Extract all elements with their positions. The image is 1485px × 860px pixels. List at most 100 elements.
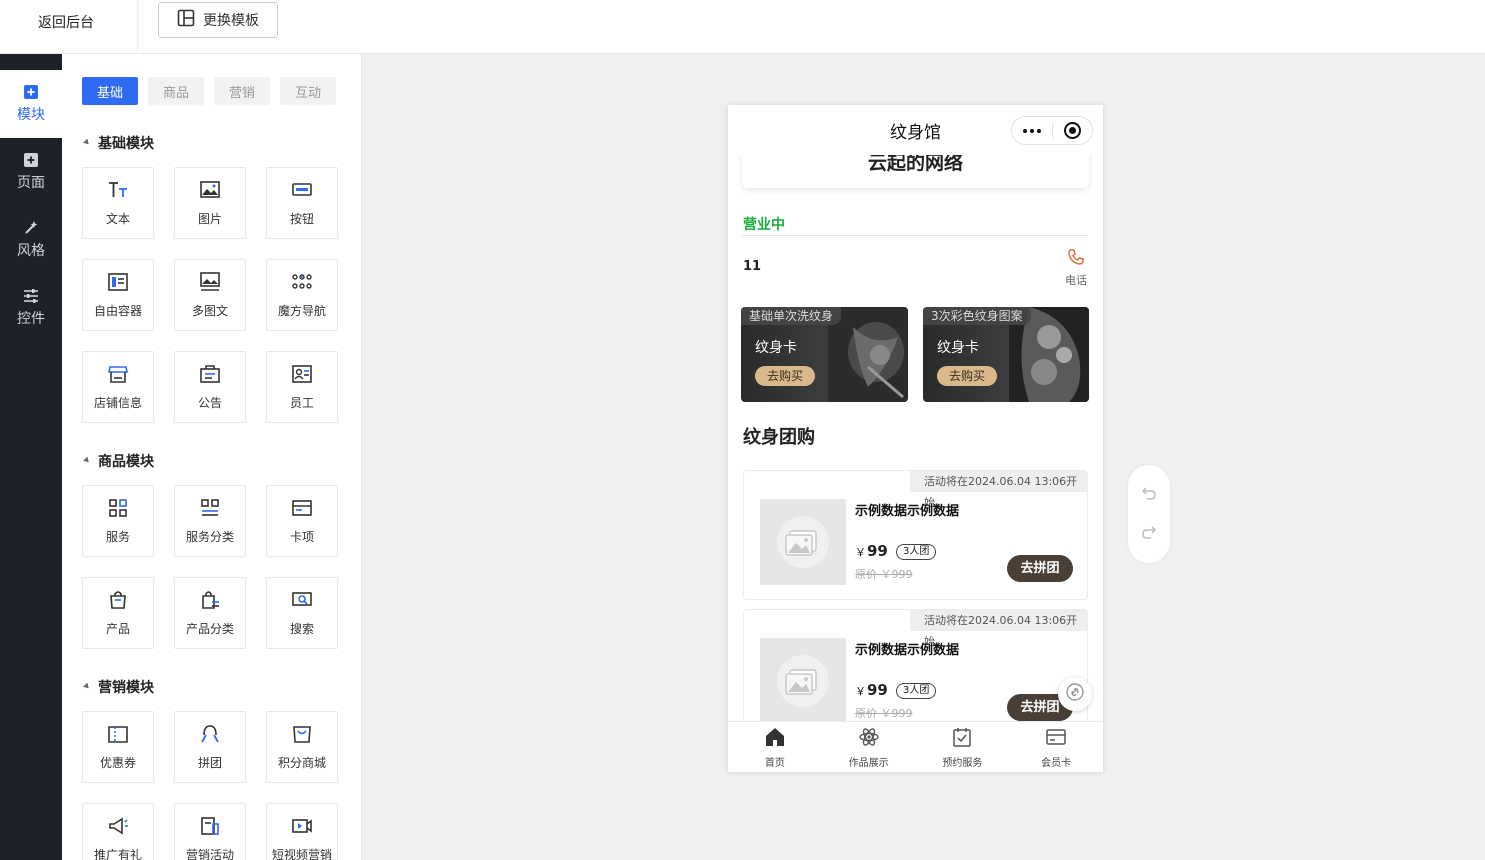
shopping-bag-icon: [291, 723, 313, 748]
deal-name: 示例数据示例数据: [855, 643, 960, 658]
promo-tag: 3次彩色纹身图案: [923, 307, 1031, 325]
module-category-tabs: 基础 商品 营销 互动: [82, 77, 336, 105]
back-to-admin-link[interactable]: 返回后台: [0, 0, 138, 54]
more-dots-icon: [1022, 128, 1041, 133]
buy-button[interactable]: 去购买: [937, 366, 997, 386]
tab-interaction[interactable]: 互动: [280, 77, 336, 105]
sliders-icon: [23, 288, 39, 304]
sidebar-item-style[interactable]: 风格: [0, 206, 62, 274]
calendar-check-icon: [951, 726, 973, 751]
close-mini-program-button[interactable]: [1052, 117, 1092, 144]
buy-button[interactable]: 去购买: [755, 366, 815, 386]
undo-icon: [1141, 485, 1157, 505]
magic-wand-icon: [23, 220, 39, 236]
promo-card[interactable]: 基础单次洗纹身 纹身卡 去购买: [741, 307, 908, 402]
group-buy-title: 纹身团购: [743, 427, 815, 448]
tab-goods[interactable]: 商品: [148, 77, 204, 105]
module-product[interactable]: 产品: [82, 577, 154, 649]
module-coupon[interactable]: 优惠券: [82, 711, 154, 783]
promo-title: 纹身卡: [755, 340, 797, 356]
section-title-goods[interactable]: 商品模块: [83, 451, 154, 471]
call-label: 电话: [1065, 274, 1087, 287]
team-size-badge: 3人团: [896, 544, 937, 560]
link-icon: [1065, 682, 1085, 706]
product-thumbnail: [760, 638, 846, 724]
redo-button[interactable]: [1137, 522, 1161, 546]
store-number: 11: [743, 259, 762, 274]
search-icon: [291, 589, 313, 614]
change-template-button[interactable]: 更换模板: [158, 2, 278, 38]
divider: [742, 235, 1088, 236]
module-product-category[interactable]: 产品分类: [174, 577, 246, 649]
module-group-buy[interactable]: 拼团: [174, 711, 246, 783]
call-button[interactable]: 电话: [1064, 248, 1088, 288]
module-service[interactable]: 服务: [82, 485, 154, 557]
module-button[interactable]: 按钮: [266, 167, 338, 239]
deal-name: 示例数据示例数据: [855, 504, 960, 519]
change-template-label: 更换模板: [203, 13, 259, 29]
layout-icon: [177, 9, 195, 31]
module-points-mall[interactable]: 积分商城: [266, 711, 338, 783]
module-panel: 基础 商品 营销 互动 基础模块 文本 图片 按钮 自由容器 多图文 魔方导航 …: [62, 54, 362, 860]
module-short-video[interactable]: 短视频营销: [266, 803, 338, 860]
button-icon: [291, 179, 313, 204]
grid-icon: [107, 497, 129, 522]
sidebar-item-modules[interactable]: 模块: [0, 70, 62, 138]
dot-grid-icon: [291, 271, 313, 296]
module-store-info[interactable]: 店铺信息: [82, 351, 154, 423]
module-marketing-activity[interactable]: 营销活动: [174, 803, 246, 860]
original-price: 原价 ￥999: [855, 568, 913, 581]
top-bar: 返回后台 更换模板: [0, 0, 1485, 54]
mini-program-capsule: [1011, 116, 1093, 145]
tab-marketing[interactable]: 营销: [214, 77, 270, 105]
image-placeholder-icon: [777, 655, 829, 707]
card-icon: [291, 497, 313, 522]
bottom-tabbar: 首页 作品展示 预约服务 会员卡: [728, 721, 1103, 772]
tab-booking[interactable]: 预约服务: [916, 722, 1010, 772]
tab-home[interactable]: 首页: [728, 722, 822, 772]
section-title-marketing[interactable]: 营销模块: [83, 677, 154, 697]
group-deal-card[interactable]: 活动将在2024.06.04 13:06开始 示例数据示例数据 ￥99 3人团 …: [743, 609, 1088, 739]
team-size-badge: 3人团: [896, 683, 937, 699]
bag-list-icon: [199, 589, 221, 614]
sidebar-item-controls[interactable]: 控件: [0, 274, 62, 342]
target-circle-icon: [1063, 122, 1081, 139]
tab-basic[interactable]: 基础: [82, 77, 138, 105]
sidebar-item-label: 风格: [17, 243, 45, 259]
module-image[interactable]: 图片: [174, 167, 246, 239]
promo-card[interactable]: 3次彩色纹身图案 纹身卡 去购买: [923, 307, 1089, 402]
id-card-icon: [291, 363, 313, 388]
tab-works[interactable]: 作品展示: [822, 722, 916, 772]
promo-title: 纹身卡: [937, 340, 979, 356]
more-button[interactable]: [1012, 117, 1052, 144]
sidebar-item-label: 模块: [17, 107, 45, 123]
caret-icon: [83, 682, 91, 690]
module-text[interactable]: 文本: [82, 167, 154, 239]
group-deal-card[interactable]: 活动将在2024.06.04 13:06开始 示例数据示例数据 ￥99 3人团 …: [743, 470, 1088, 600]
caret-icon: [83, 138, 91, 146]
tab-member-card[interactable]: 会员卡: [1009, 722, 1103, 772]
undo-button[interactable]: [1137, 483, 1161, 507]
module-card-item[interactable]: 卡项: [266, 485, 338, 557]
module-staff[interactable]: 员工: [266, 351, 338, 423]
section-title-basic[interactable]: 基础模块: [83, 133, 154, 153]
category-icon: [199, 497, 221, 522]
group-icon: [199, 723, 221, 748]
promo-tag: 基础单次洗纹身: [741, 307, 842, 325]
module-notice[interactable]: 公告: [174, 351, 246, 423]
container-icon: [107, 271, 129, 296]
redo-icon: [1141, 524, 1157, 544]
phone-icon: [1067, 248, 1085, 269]
card-icon: [1045, 726, 1067, 751]
link-float-button[interactable]: [1058, 677, 1092, 711]
module-referral[interactable]: 推广有礼: [82, 803, 154, 860]
deal-price: ￥99: [855, 681, 888, 699]
module-search[interactable]: 搜索: [266, 577, 338, 649]
module-magic-nav[interactable]: 魔方导航: [266, 259, 338, 331]
module-free-container[interactable]: 自由容器: [82, 259, 154, 331]
activity-notice: 活动将在2024.06.04 13:06开始: [910, 471, 1087, 509]
sidebar-item-pages[interactable]: 页面: [0, 138, 62, 206]
join-group-button[interactable]: 去拼团: [1007, 555, 1073, 582]
module-multi-image-text[interactable]: 多图文: [174, 259, 246, 331]
module-service-category[interactable]: 服务分类: [174, 485, 246, 557]
